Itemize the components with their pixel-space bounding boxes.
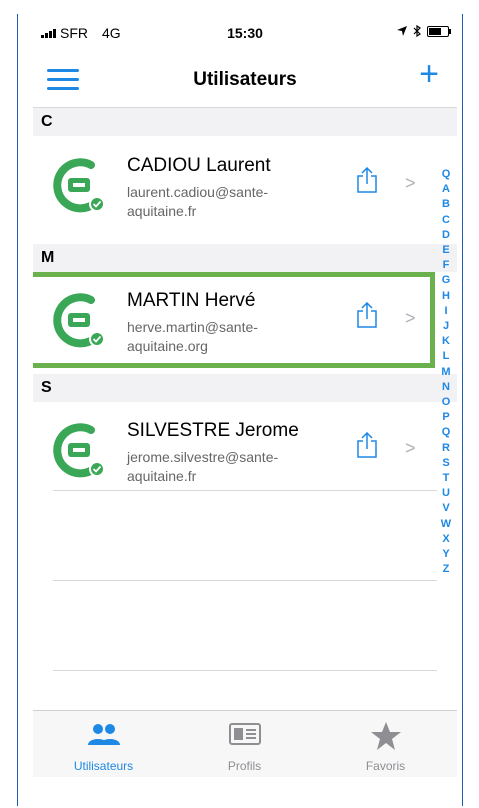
index-letter[interactable]: O [437, 395, 455, 410]
list-divider [53, 490, 437, 491]
index-letter[interactable]: F [437, 258, 455, 273]
tab-label: Utilisateurs [73, 759, 134, 773]
tab-utilisateurs[interactable]: Utilisateurs [33, 711, 174, 777]
index-letter[interactable]: S [437, 456, 455, 471]
list-divider [53, 580, 437, 581]
users-icon [87, 724, 120, 745]
index-letter[interactable]: Q [437, 425, 455, 440]
user-email: jerome.silvestre@sante- aquitaine.fr [127, 448, 317, 486]
index-letter[interactable]: P [437, 410, 455, 425]
tab-favoris[interactable]: Favoris [315, 711, 456, 777]
index-letter[interactable]: T [437, 471, 455, 486]
tab-profils[interactable]: Profils [174, 711, 315, 777]
tab-bar: Utilisateurs Profils Favoris [33, 710, 457, 777]
bluetooth-icon [413, 25, 421, 37]
highlight-box [33, 272, 435, 368]
share-icon[interactable] [355, 167, 379, 193]
index-letter[interactable]: W [437, 517, 455, 532]
section-header-m: M [33, 244, 457, 272]
index-letter[interactable]: L [437, 349, 455, 364]
chevron-right-icon: > [405, 438, 416, 458]
share-icon[interactable] [355, 432, 379, 458]
user-row-silvestre[interactable]: SILVESTRE Jerome jerome.silvestre@sante-… [33, 402, 423, 502]
user-name: CADIOU Laurent [127, 155, 271, 176]
list-divider [53, 670, 437, 671]
index-letter[interactable]: V [437, 501, 455, 516]
index-letter[interactable]: U [437, 486, 455, 501]
tab-label: Favoris [365, 759, 406, 773]
user-email-line1: laurent.cadiou@sante- [127, 184, 269, 200]
id-card-icon [228, 723, 261, 745]
user-email-line2: aquitaine.fr [127, 203, 197, 219]
phone-screen: SFR 4G 15:30 Utilisateurs + C CADIOU Lau… [33, 17, 457, 777]
section-index[interactable]: QABCDEFGHIJKLMNOPQRSTUVWXYZ [437, 167, 455, 577]
status-right [397, 25, 451, 37]
index-letter[interactable]: G [437, 273, 455, 288]
index-letter[interactable]: Z [437, 562, 455, 577]
index-letter[interactable]: Y [437, 547, 455, 562]
user-row-cadiou[interactable]: CADIOU Laurent laurent.cadiou@sante- aqu… [33, 137, 423, 237]
location-arrow-icon [397, 26, 407, 36]
index-letter[interactable]: K [437, 334, 455, 349]
clock: 15:30 [227, 25, 263, 41]
battery-icon [427, 25, 451, 37]
user-email-line2: aquitaine.fr [127, 468, 197, 484]
index-letter[interactable]: X [437, 532, 455, 547]
index-letter[interactable]: N [437, 380, 455, 395]
index-letter[interactable]: M [437, 365, 455, 380]
index-letter[interactable]: E [437, 243, 455, 258]
navigation-bar: Utilisateurs + [33, 45, 457, 108]
section-header-c: C [33, 108, 457, 136]
index-letter[interactable]: Q [437, 167, 455, 182]
index-letter[interactable]: A [437, 182, 455, 197]
index-letter[interactable]: R [437, 441, 455, 456]
section-header-s: S [33, 374, 457, 402]
index-letter[interactable]: C [437, 213, 455, 228]
index-letter[interactable]: J [437, 319, 455, 334]
page-title: Utilisateurs [193, 69, 297, 90]
user-email-line1: jerome.silvestre@sante- [127, 449, 279, 465]
user-name: SILVESTRE Jerome [127, 420, 299, 441]
index-letter[interactable]: I [437, 304, 455, 319]
add-user-button[interactable]: + [419, 57, 439, 91]
status-bar: SFR 4G 15:30 [33, 17, 457, 45]
user-avatar-icon [53, 158, 105, 213]
star-icon [370, 722, 401, 750]
chevron-right-icon: > [405, 173, 416, 193]
user-email: laurent.cadiou@sante- aquitaine.fr [127, 183, 317, 221]
tab-label: Profils [227, 759, 262, 773]
index-letter[interactable]: B [437, 197, 455, 212]
index-letter[interactable]: H [437, 289, 455, 304]
user-avatar-icon [53, 423, 105, 478]
index-letter[interactable]: D [437, 228, 455, 243]
